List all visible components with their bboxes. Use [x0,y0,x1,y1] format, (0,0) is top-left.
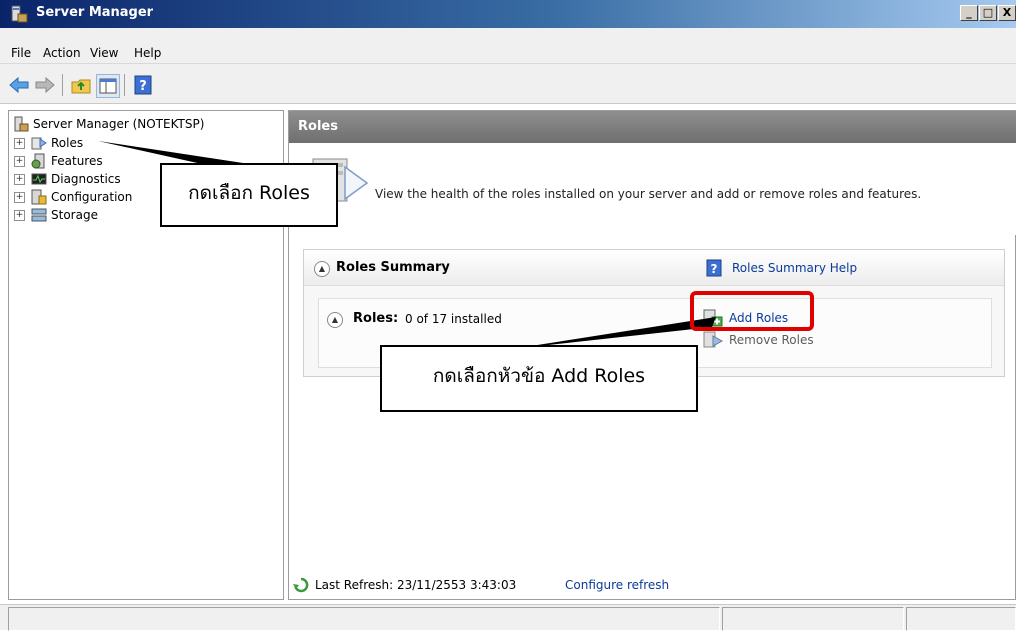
annotation-arrows [98,141,716,349]
callout-select-roles: กดเลือก Roles [160,163,338,227]
add-roles-highlight [690,291,814,331]
callout-select-add-roles: กดเลือกหัวข้อ Add Roles [380,345,698,412]
